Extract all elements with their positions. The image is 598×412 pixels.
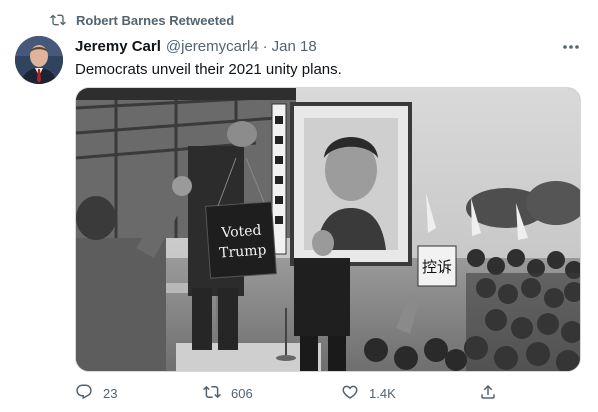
author-display-name[interactable]: Jeremy Carl [75,38,161,55]
protest-banner: 控诉 [422,258,452,276]
retweeter-label[interactable]: Robert Barnes Retweeted [76,13,234,28]
retweet-count: 606 [231,385,253,401]
tweet-header: Jeremy Carl @jeremycarl4 · Jan 18 [75,36,317,56]
heart-icon [341,383,369,404]
more-icon [562,37,580,55]
placard-line-1: Voted [220,223,262,242]
like-button[interactable]: 1.4K [341,382,396,404]
tweet-photo[interactable]: 控诉 Voted Trump [75,87,581,372]
placard-line-2: Trump [219,242,267,261]
retweet-header: Robert Barnes Retweeted [50,11,234,29]
reply-count: 23 [103,385,118,401]
share-button[interactable] [479,382,507,404]
tweet-date[interactable]: Jan 18 [272,38,317,55]
separator-dot: · [262,37,268,55]
retweet-button[interactable]: 606 [203,382,253,404]
avatar[interactable] [15,36,63,84]
like-count: 1.4K [369,385,396,401]
retweet-icon [203,383,231,404]
reply-button[interactable]: 23 [75,382,117,404]
retweet-icon [50,12,66,28]
tweet-card[interactable]: Robert Barnes Retweeted Jeremy Carl @jer… [0,0,598,412]
reply-icon [75,383,103,404]
tweet-text: Democrats unveil their 2021 unity plans. [75,61,342,78]
tweet-actions: 23 606 1.4K [75,382,505,404]
share-icon [479,383,507,404]
more-button[interactable] [560,36,582,56]
author-handle[interactable]: @jeremycarl4 [166,38,259,55]
